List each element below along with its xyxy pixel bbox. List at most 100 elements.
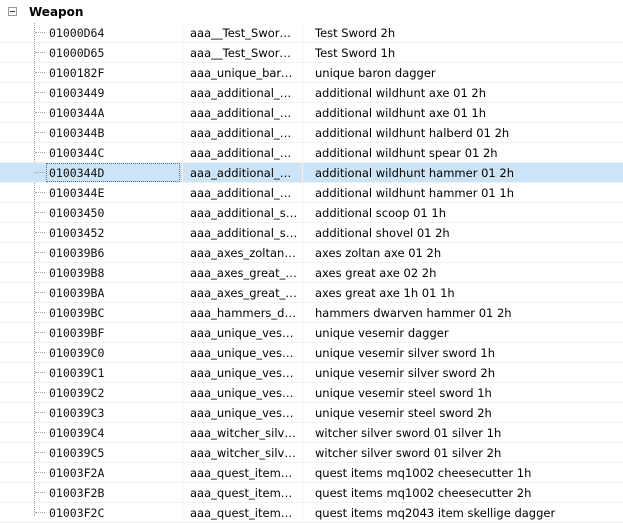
column-separator — [302, 383, 303, 402]
tree-branch-line — [35, 492, 45, 493]
table-row[interactable]: 010039B6 aaa_axes_zoltan_a... axes zoltan … — [0, 243, 623, 263]
record-name: Test Sword 2h — [315, 26, 396, 40]
table-row[interactable]: 010039C1 aaa_unique_vese... unique vesemir… — [0, 363, 623, 383]
form-id-cell: 01000D64 — [46, 23, 180, 42]
table-row[interactable]: 010039C4 aaa_witcher_silve... witcher silv… — [0, 423, 623, 443]
table-row[interactable]: 01003F2C aaa_quest_items_... quest items m… — [0, 503, 623, 523]
form-id-cell: 01003F2C — [46, 503, 180, 522]
column-separator — [302, 283, 303, 302]
column-separator — [182, 363, 183, 382]
record-name: additional wildhunt axe 01 2h — [315, 86, 487, 100]
form-id-cell: 010039C3 — [46, 403, 180, 422]
record-name: additional wildhunt halberd 01 2h — [315, 126, 510, 140]
form-id-cell: 01003F2A — [46, 463, 180, 482]
table-row[interactable]: 01003449 aaa_additional_wil... additional … — [0, 83, 623, 103]
column-separator — [302, 423, 303, 442]
table-row[interactable]: 0100344E aaa_additional_wil... additional … — [0, 183, 623, 203]
form-id-cell: 010039C2 — [46, 383, 180, 402]
table-row[interactable]: 01003F2A aaa_quest_items_... quest items m… — [0, 463, 623, 483]
form-id: 010039BA — [49, 286, 105, 300]
table-row[interactable]: 010039C2 aaa_unique_vese... unique vesemir… — [0, 383, 623, 403]
column-separator — [302, 403, 303, 422]
form-id: 010039C1 — [49, 366, 105, 380]
table-row[interactable]: 01000D65 aaa__Test_Sword_... Test Sword 1h — [0, 43, 623, 63]
form-id: 01003449 — [49, 86, 105, 100]
table-row[interactable]: 010039C3 aaa_unique_vese... unique vesemir… — [0, 403, 623, 423]
column-separator — [182, 303, 183, 322]
form-id-cell: 010039BA — [46, 283, 180, 302]
form-id: 0100344E — [49, 186, 105, 200]
form-id: 01003F2B — [49, 486, 105, 500]
table-row[interactable]: 010039BA aaa_axes_great_a... axes great ax… — [0, 283, 623, 303]
column-separator — [182, 43, 183, 62]
record-name: additional scoop 01 1h — [315, 206, 447, 220]
tree-branch-line — [35, 112, 45, 113]
column-separator — [182, 103, 183, 122]
tree-branch-line — [35, 252, 45, 253]
table-row[interactable]: 0100344B aaa_additional_wil... additional … — [0, 123, 623, 143]
table-row[interactable]: 0100344C aaa_additional_wil... additional … — [0, 143, 623, 163]
editor-id: aaa_additional_wil... — [190, 126, 298, 140]
form-id-cell: 010039B6 — [46, 243, 180, 262]
form-id: 0100344B — [49, 126, 105, 140]
record-name: quest items mq1002 cheesecutter 2h — [315, 486, 532, 500]
column-separator — [182, 243, 183, 262]
column-separator — [302, 43, 303, 62]
table-row[interactable]: 010039C5 aaa_witcher_silve... witcher silv… — [0, 443, 623, 463]
column-separator — [302, 183, 303, 202]
form-id: 010039C3 — [49, 406, 105, 420]
editor-id: aaa_additional_wil... — [190, 146, 298, 160]
column-separator — [302, 503, 303, 522]
column-separator — [182, 463, 183, 482]
editor-id: aaa_unique_vese... — [190, 366, 298, 380]
table-row[interactable]: 01003450 aaa_additional_sc... additional s… — [0, 203, 623, 223]
record-name: additional wildhunt hammer 01 2h — [315, 166, 514, 180]
column-separator — [302, 163, 303, 182]
tree-branch-line — [35, 92, 45, 93]
table-row[interactable]: 0100344D aaa_additional_wil... additional … — [0, 163, 623, 183]
record-name: axes great axe 02 2h — [315, 266, 437, 280]
column-separator — [302, 243, 303, 262]
form-id-cell: 01003452 — [46, 223, 180, 242]
column-separator — [182, 383, 183, 402]
column-separator — [182, 203, 183, 222]
table-row[interactable]: 010039B8 aaa_axes_great_a... axes great ax… — [0, 263, 623, 283]
record-name: additional shovel 01 2h — [315, 226, 450, 240]
editor-id: aaa_quest_items_... — [190, 506, 298, 520]
tree-branch-line — [35, 32, 45, 33]
table-row[interactable]: 01003F2B aaa_quest_items_... quest items m… — [0, 483, 623, 503]
form-id: 0100344A — [49, 106, 105, 120]
tree-branch-line — [35, 512, 45, 513]
tree-branch-line — [35, 72, 45, 73]
table-row[interactable]: 010039BF aaa_unique_vese... unique vesemir… — [0, 323, 623, 343]
record-tree: Weapon 01000D64 aaa__Test_Sword_... Test S… — [0, 0, 623, 523]
table-row[interactable]: 01000D64 aaa__Test_Sword_... Test Sword 2h — [0, 23, 623, 43]
tree-branch-line — [35, 352, 45, 353]
form-id: 010039B8 — [49, 266, 105, 280]
editor-id: aaa_unique_vese... — [190, 346, 298, 360]
column-separator — [302, 203, 303, 222]
tree-branch-line — [35, 412, 45, 413]
column-separator — [182, 83, 183, 102]
record-name: axes zoltan axe 01 2h — [315, 246, 442, 260]
tree-branch-line — [35, 52, 45, 53]
form-id: 0100344D — [49, 166, 105, 180]
collapse-toggle-icon[interactable] — [8, 7, 17, 16]
form-id-cell: 01000D65 — [46, 43, 180, 62]
column-separator — [302, 483, 303, 502]
table-row[interactable]: 010039C0 aaa_unique_vese... unique vesemir… — [0, 343, 623, 363]
table-row[interactable]: 0100182F aaa_unique_baron... unique baron … — [0, 63, 623, 83]
editor-id: aaa_additional_sh... — [190, 226, 298, 240]
editor-id: aaa_witcher_silve... — [190, 446, 298, 460]
column-separator — [182, 163, 183, 182]
group-label: Weapon — [29, 5, 84, 19]
column-separator — [302, 123, 303, 142]
table-row[interactable]: 010039BC aaa_hammers_dw... hammers dwarven… — [0, 303, 623, 323]
table-row[interactable]: 0100344A aaa_additional_wil... additional … — [0, 103, 623, 123]
tree-branch-line — [35, 452, 45, 453]
table-row[interactable]: 01003452 aaa_additional_sh... additional s… — [0, 223, 623, 243]
tree-group-weapon[interactable]: Weapon — [0, 3, 623, 23]
tree-branch-line — [35, 392, 45, 393]
editor-id: aaa_additional_wil... — [190, 106, 298, 120]
column-separator — [302, 263, 303, 282]
